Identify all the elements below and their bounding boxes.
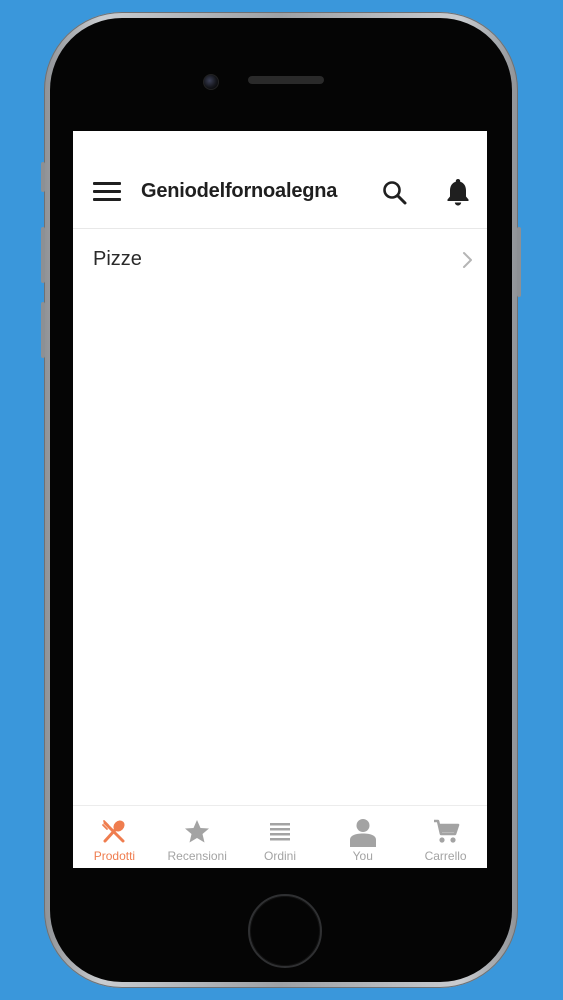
person-icon xyxy=(349,819,376,847)
app-screen: Geniodelfornoalegna Pizze Prodotti Recen… xyxy=(73,131,487,868)
tab-label: You xyxy=(352,849,373,863)
tab-label: Recensioni xyxy=(167,849,227,863)
star-icon xyxy=(185,820,210,843)
front-camera xyxy=(203,74,219,90)
volume-down-button xyxy=(41,302,45,358)
tab-recensioni[interactable]: Recensioni xyxy=(156,806,239,868)
tab-carrello[interactable]: Carrello xyxy=(404,806,487,868)
fork-spoon-icon xyxy=(102,820,125,843)
hamburger-menu-icon[interactable] xyxy=(93,182,121,202)
cart-icon xyxy=(433,819,459,843)
power-button xyxy=(517,227,521,297)
tab-you[interactable]: You xyxy=(321,806,404,868)
page-title: Geniodelfornoalegna xyxy=(141,180,338,202)
tab-label: Ordini xyxy=(263,849,296,863)
home-button xyxy=(248,894,322,968)
list-item-label: Pizze xyxy=(93,248,142,270)
bell-icon[interactable] xyxy=(443,176,473,208)
list-item-pizze[interactable]: Pizze xyxy=(73,229,487,289)
silent-switch xyxy=(41,162,45,192)
bottom-tab-bar: Prodotti Recensioni Ordini You Carrello xyxy=(73,805,487,868)
tab-label: Carrello xyxy=(424,849,467,863)
tab-ordini[interactable]: Ordini xyxy=(239,806,322,868)
app-header: Geniodelfornoalegna xyxy=(73,131,487,229)
volume-up-button xyxy=(41,227,45,283)
search-icon[interactable] xyxy=(380,178,410,208)
list-icon xyxy=(269,823,290,841)
earpiece-speaker xyxy=(248,76,324,84)
chevron-right-icon xyxy=(459,249,475,271)
tab-label: Prodotti xyxy=(93,849,136,863)
tab-prodotti[interactable]: Prodotti xyxy=(73,806,156,868)
